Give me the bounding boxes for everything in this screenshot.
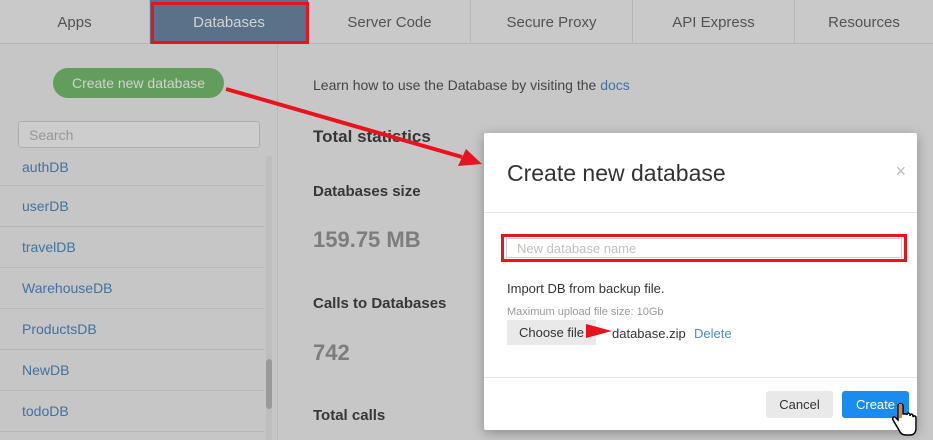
hand-cursor-icon bbox=[892, 403, 917, 436]
close-icon[interactable]: × bbox=[895, 161, 906, 182]
annotation-highlight-tab bbox=[151, 2, 309, 44]
choose-file-button[interactable]: Choose file bbox=[507, 320, 596, 345]
create-database-dialog: Create new database × Import DB from bac… bbox=[484, 133, 917, 430]
dialog-footer: Cancel Create bbox=[484, 377, 917, 430]
import-label: Import DB from backup file. bbox=[507, 281, 665, 296]
annotation-highlight-name bbox=[501, 234, 907, 262]
dialog-header: Create new database × bbox=[484, 133, 917, 213]
database-name-input[interactable] bbox=[506, 238, 902, 258]
cancel-button[interactable]: Cancel bbox=[766, 391, 833, 418]
dialog-title: Create new database bbox=[507, 160, 726, 186]
delete-file-link[interactable]: Delete bbox=[694, 326, 732, 341]
selected-filename: database.zip bbox=[612, 326, 686, 341]
max-size-note: Maximum upload file size: 10Gb bbox=[507, 306, 664, 318]
